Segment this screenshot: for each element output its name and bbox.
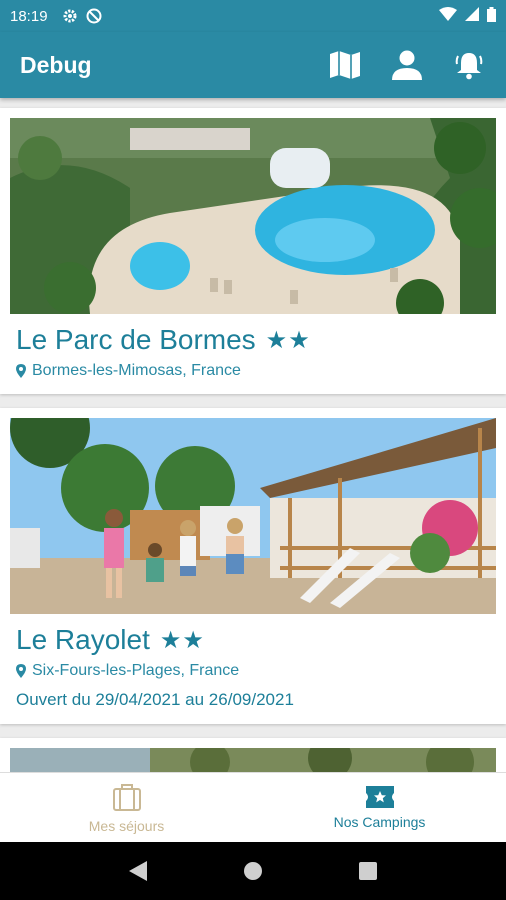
bottom-navigation: Mes séjours Nos Campings: [0, 772, 506, 842]
tab-mes-sejours[interactable]: Mes séjours: [0, 773, 253, 842]
camping-location: Bormes-les-Mimosas, France: [32, 362, 241, 379]
camping-name: Le Rayolet: [16, 624, 150, 655]
battery-icon: [487, 6, 496, 26]
back-icon: [128, 861, 147, 881]
tab-nos-campings-label: Nos Campings: [333, 813, 426, 830]
camping-location-row: Six-Fours-les-Plages, France: [16, 662, 490, 680]
camping-location: Six-Fours-les-Plages, France: [32, 662, 240, 679]
camping-opening-dates: Ouvert du 29/04/2021 au 26/09/2021: [16, 690, 294, 709]
ticket-icon: [365, 785, 394, 808]
app-title: Debug: [20, 51, 92, 78]
status-bar: 18:19: [0, 0, 506, 32]
camping-stars: ★★: [265, 326, 311, 354]
notifications-button[interactable]: [452, 48, 486, 82]
tab-nos-campings[interactable]: Nos Campings: [253, 773, 506, 842]
suitcase-icon: [112, 783, 141, 811]
location-pin-icon: [16, 364, 26, 378]
map-button[interactable]: [328, 48, 362, 82]
recents-icon: [359, 862, 378, 880]
tab-mes-sejours-label: Mes séjours: [88, 817, 165, 834]
back-button[interactable]: [118, 851, 158, 891]
campings-list[interactable]: Le Parc de Bormes ★★ Bormes-les-Mimosas,…: [0, 98, 506, 772]
location-pin-icon: [16, 664, 26, 678]
account-button[interactable]: [390, 48, 424, 82]
account-icon: [392, 50, 422, 80]
home-icon: [243, 862, 262, 880]
camping-card[interactable]: [0, 738, 506, 772]
map-icon: [330, 51, 360, 79]
system-navigation-bar: [0, 842, 506, 900]
camping-photo: [10, 118, 496, 314]
camping-photo: [10, 748, 496, 772]
settings-icon: [62, 8, 78, 24]
camping-stars: ★★: [159, 626, 205, 654]
app-bar: Debug: [0, 32, 506, 98]
notification-bell-icon: [455, 53, 483, 80]
camping-name-row: Le Rayolet ★★: [16, 624, 490, 656]
camping-photo: [10, 418, 496, 614]
camping-card[interactable]: Le Rayolet ★★ Six-Fours-les-Plages, Fran…: [0, 408, 506, 724]
camping-location-row: Bormes-les-Mimosas, France: [16, 362, 490, 380]
signal-icon: [465, 7, 479, 25]
wifi-icon: [439, 7, 457, 25]
home-button[interactable]: [233, 851, 273, 891]
no-disturb-icon: [86, 8, 102, 24]
camping-name-row: Le Parc de Bormes ★★: [16, 324, 490, 356]
camping-name: Le Parc de Bormes: [16, 324, 256, 355]
recents-button[interactable]: [348, 851, 388, 891]
camping-card[interactable]: Le Parc de Bormes ★★ Bormes-les-Mimosas,…: [0, 108, 506, 394]
status-time: 18:19: [10, 7, 48, 25]
